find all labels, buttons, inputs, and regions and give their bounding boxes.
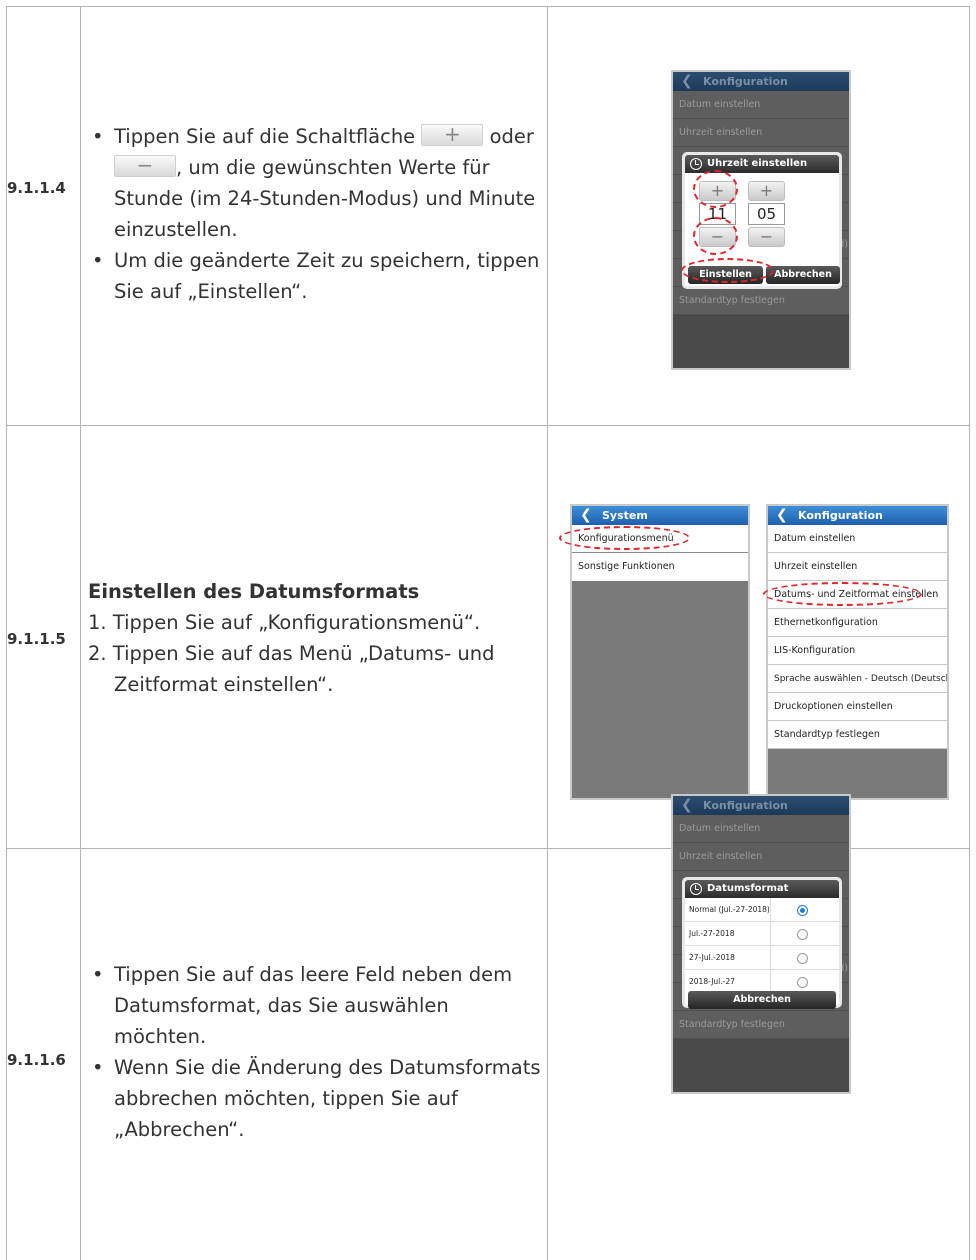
step-instructions: Tippen Sie auf das leere Feld neben dem …: [88, 959, 543, 1145]
screenshot-time-dialog: ❮ Konfiguration Datum einstellen Uhrzeit…: [671, 70, 851, 370]
menu-item: Uhrzeit einstellen: [673, 843, 849, 871]
back-arrow-icon: ❮: [776, 507, 788, 523]
menu-item[interactable]: Standardtyp festlegen: [768, 721, 947, 749]
radio-selected-icon[interactable]: [797, 905, 808, 916]
screenshot-date-format-dialog: ❮ Konfiguration Datum einstellen Uhrzeit…: [671, 794, 851, 1094]
plus-button-illustration: +: [421, 123, 484, 146]
instruction-bullet: Um die geänderte Zeit zu speichern, tipp…: [88, 245, 543, 307]
menu-item[interactable]: Datum einstellen: [768, 525, 947, 553]
menu-item[interactable]: Ethernetkonfiguration: [768, 609, 947, 637]
menu-item[interactable]: Druckoptionen einstellen: [768, 693, 947, 721]
instruction-text: , um die gewünschten Werte für Stunde (i…: [114, 156, 536, 241]
screen-title: System: [602, 509, 648, 522]
step-number: 9.1.1.6: [7, 1051, 66, 1069]
radio-empty-icon[interactable]: [797, 977, 808, 988]
screenshot-configuration-menu: ❮ Konfiguration Datum einstellen Uhrzeit…: [766, 504, 949, 800]
instruction-bullet: Wenn Sie die Änderung des Datumsformats …: [88, 1052, 543, 1145]
grid-divider-image: [547, 6, 548, 1260]
grid-row-divider-1: [6, 425, 970, 426]
menu-item[interactable]: LIS-Konfiguration: [768, 637, 947, 665]
screen-title: Konfiguration: [798, 509, 883, 522]
radio-empty-icon[interactable]: [797, 953, 808, 964]
highlight-config-menu-dashed-oval: [559, 526, 690, 550]
menu-item: Datum einstellen: [673, 815, 849, 843]
grid-border-right: [969, 6, 970, 1260]
date-format-option[interactable]: 27-Jul.-2018: [685, 946, 839, 970]
minute-minus-button[interactable]: −: [748, 227, 785, 247]
back-arrow-icon: ❮: [681, 73, 693, 89]
menu-item[interactable]: Sprache auswählen - Deutsch (Deutschland…: [768, 665, 947, 693]
screen-title: Konfiguration: [703, 75, 788, 88]
title-bar: ❮ Konfiguration: [768, 506, 947, 525]
date-format-option[interactable]: Jul.-27-2018: [685, 922, 839, 946]
screen-title: Konfiguration: [703, 799, 788, 812]
instruction-text: Tippen Sie auf die Schaltfläche: [114, 125, 416, 148]
clock-icon: [690, 883, 702, 895]
highlight-plus-dashed-oval: [693, 170, 738, 208]
date-format-label: 27-Jul.-2018: [689, 953, 735, 962]
step-instructions: Tippen Sie auf die Schaltfläche + oder −…: [88, 121, 543, 307]
menu-item: Standardtyp festlegen: [673, 1011, 849, 1039]
instruction-bullet: Tippen Sie auf das leere Feld neben dem …: [88, 959, 543, 1052]
date-format-label: Normal (Jul.-27-2018): [689, 905, 770, 914]
back-arrow-icon: ❮: [681, 797, 693, 813]
clock-icon: [690, 158, 702, 170]
title-bar: ❮ Konfiguration: [673, 796, 849, 815]
highlight-set-button-dashed-oval: [681, 258, 774, 283]
step-instructions: Einstellen des Datumsformats 1. Tippen S…: [88, 576, 543, 700]
date-format-dialog: Datumsformat auswählen Normal (Jul.-27-2…: [682, 877, 842, 1009]
minus-button-illustration: −: [114, 154, 176, 177]
menu-item-other-functions[interactable]: Sonstige Funktionen: [572, 553, 748, 581]
grid-border-top: [6, 6, 970, 7]
menu-item: Datum einstellen: [673, 91, 849, 119]
highlight-minus-dashed-oval: [693, 217, 738, 255]
cancel-button[interactable]: Abbrechen: [766, 266, 840, 284]
row-divider: [770, 922, 771, 946]
dialog-title-bar: Datumsformat auswählen: [685, 880, 839, 912]
date-format-label: 2018-Jul.-27: [689, 977, 735, 986]
radio-empty-icon[interactable]: [797, 929, 808, 940]
step-number: 9.1.1.5: [7, 630, 66, 648]
step-number: 9.1.1.4: [7, 179, 66, 197]
numbered-step: 1. Tippen Sie auf „Konfigurationsmenü“.: [88, 611, 481, 634]
grid-divider-number: [80, 6, 81, 1260]
date-format-label: Jul.-27-2018: [689, 929, 735, 938]
menu-item: Uhrzeit einstellen: [673, 119, 849, 147]
row-divider: [770, 898, 771, 922]
dialog-title: Uhrzeit einstellen: [707, 158, 808, 169]
section-heading: Einstellen des Datumsformats: [88, 580, 420, 603]
minute-value: 05: [748, 203, 785, 225]
title-bar: ❮ Konfiguration: [673, 72, 849, 91]
row-divider: [770, 946, 771, 970]
date-format-option[interactable]: Normal (Jul.-27-2018): [685, 898, 839, 922]
instruction-bullet: Tippen Sie auf die Schaltfläche + oder −…: [88, 121, 543, 245]
numbered-step: 2. Tippen Sie auf das Menü „Datums- und …: [88, 642, 495, 696]
back-arrow-icon: ❮: [580, 507, 592, 523]
menu-item: Standardtyp festlegen: [673, 287, 849, 315]
cancel-button[interactable]: Abbrechen: [688, 991, 836, 1009]
highlight-date-format-dashed-oval: [763, 582, 922, 606]
minute-plus-button[interactable]: +: [748, 181, 785, 201]
menu-item[interactable]: Uhrzeit einstellen: [768, 553, 947, 581]
title-bar: ❮ System: [572, 506, 748, 525]
instruction-text: oder: [489, 125, 534, 148]
minute-spinner: + 05 −: [748, 181, 785, 247]
